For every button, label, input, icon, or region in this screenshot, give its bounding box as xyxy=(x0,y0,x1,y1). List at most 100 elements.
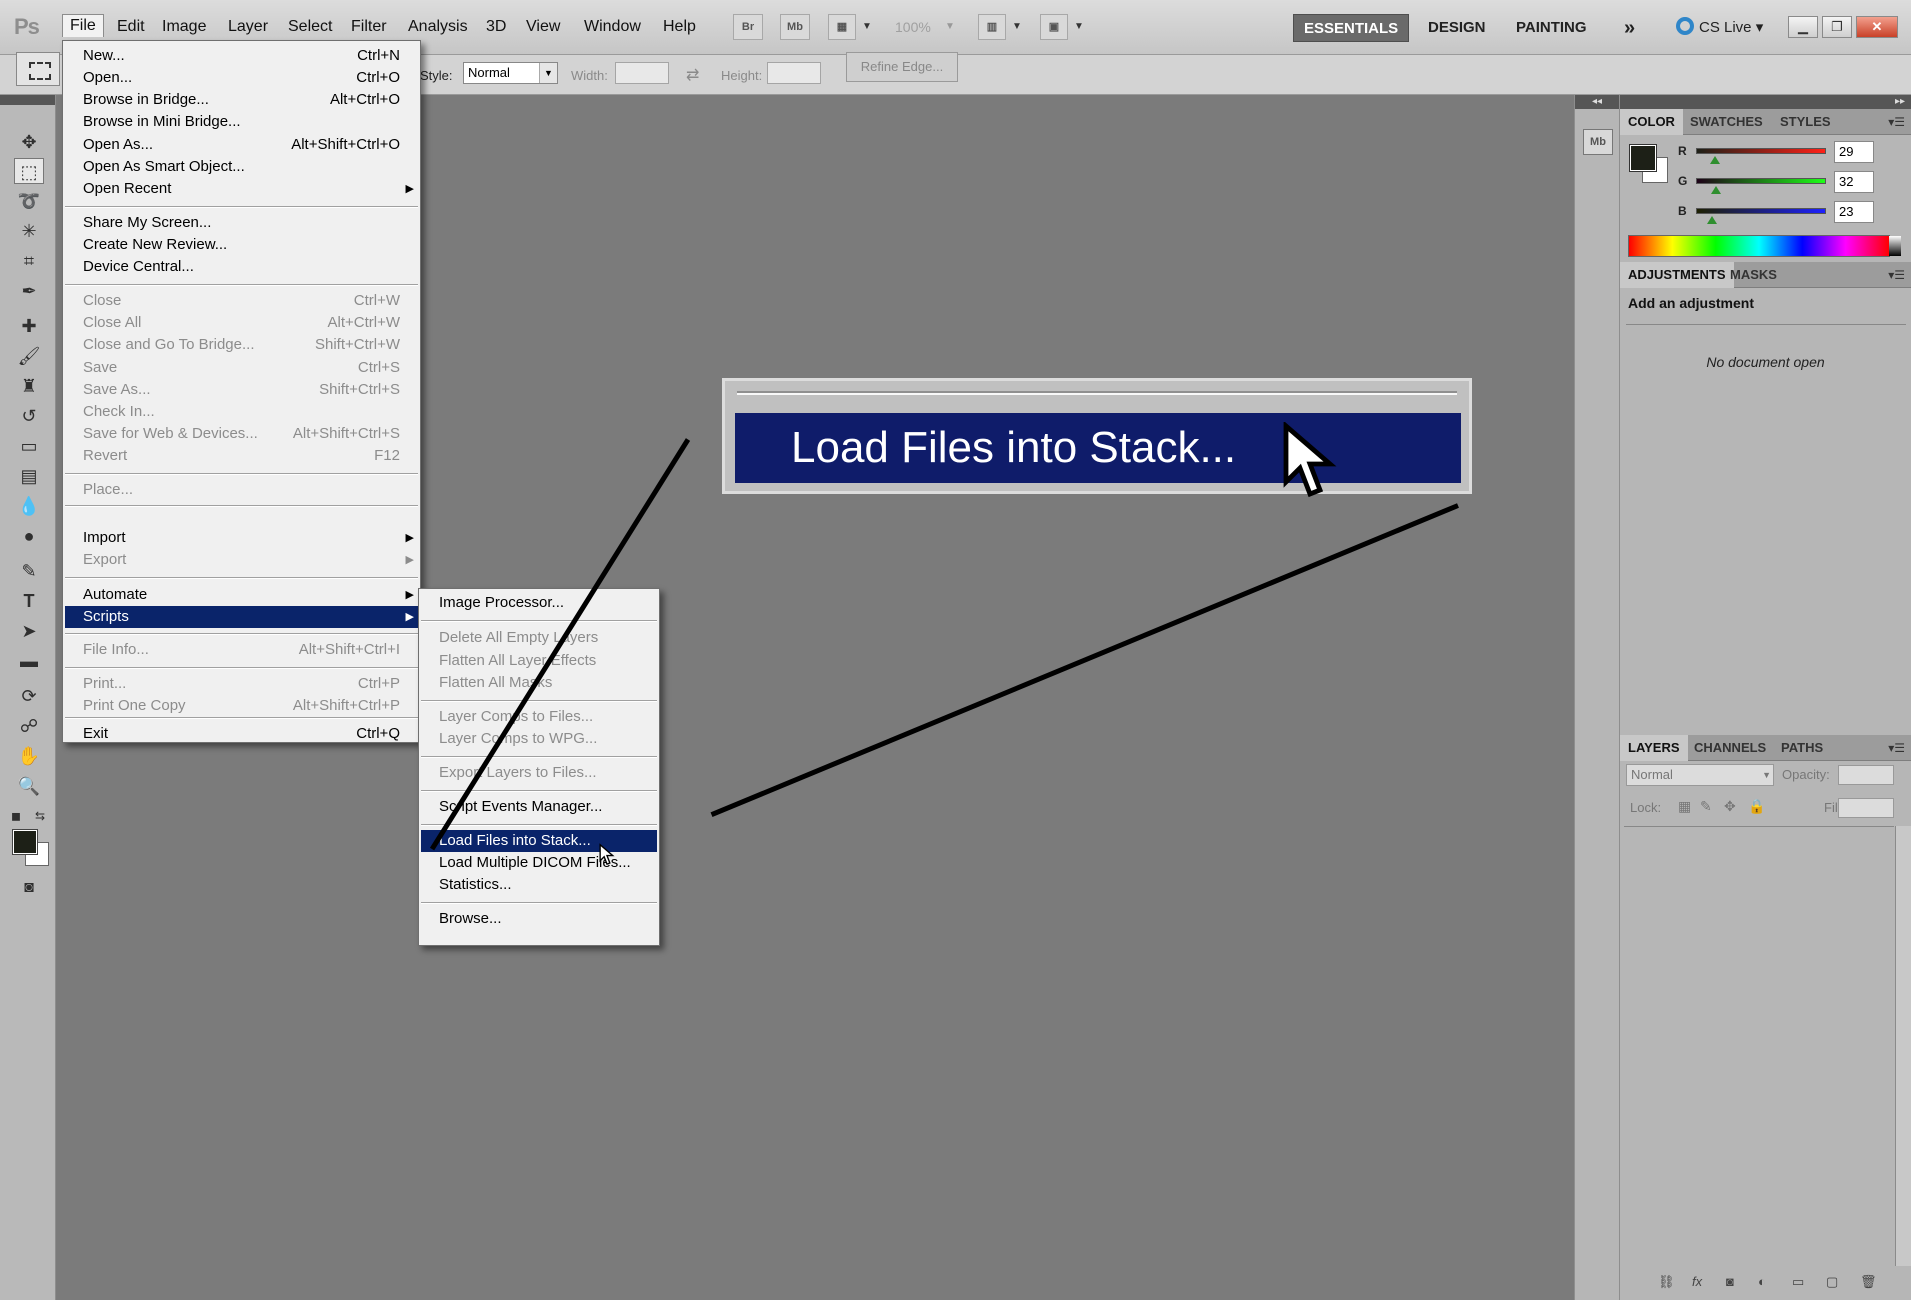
scripts-menu-item-layer-comps-to-wpg[interactable]: Layer Comps to WPG... xyxy=(421,728,657,750)
link-layers-icon[interactable]: ⛓ xyxy=(1658,1274,1675,1290)
file-menu-item-close-and-go-to-bridge[interactable]: Close and Go To Bridge... Shift+Ctrl+W xyxy=(65,334,418,356)
bridge-icon[interactable]: Br xyxy=(733,14,763,40)
quick-mask-icon[interactable]: ◙ xyxy=(14,875,44,901)
tab-paths[interactable]: PATHS xyxy=(1773,735,1831,761)
menu-image[interactable]: Image xyxy=(155,16,213,38)
swap-icon[interactable]: ⇄ xyxy=(686,65,699,85)
tab-color[interactable]: COLOR xyxy=(1620,109,1683,135)
arrange-dropdown-icon[interactable]: ▼ xyxy=(1012,21,1022,32)
cs-live-button[interactable]: CS Live ▾ xyxy=(1676,17,1763,36)
file-menu-item-create-new-review[interactable]: Create New Review... xyxy=(65,234,418,256)
tab-adjustments[interactable]: ADJUSTMENTS xyxy=(1620,262,1734,288)
history-brush-tool-icon[interactable]: ↺ xyxy=(14,403,44,429)
eraser-tool-icon[interactable]: ▭ xyxy=(14,433,44,459)
screen-mode-dropdown-icon[interactable]: ▼ xyxy=(1074,21,1084,32)
scripts-menu-item-export-layers-to-files[interactable]: Export Layers to Files... xyxy=(421,762,657,784)
refine-edge-button[interactable]: Refine Edge... xyxy=(846,52,958,82)
scripts-menu-item-image-processor[interactable]: Image Processor... xyxy=(421,592,657,614)
tab-swatches[interactable]: SWATCHES xyxy=(1682,109,1771,135)
menu-3d[interactable]: 3D xyxy=(479,16,513,38)
zoom-tool-icon[interactable]: 🔍 xyxy=(14,773,44,799)
file-menu-item-open[interactable]: Open... Ctrl+O xyxy=(65,67,418,89)
file-menu-item-file-info[interactable]: File Info... Alt+Shift+Ctrl+I xyxy=(65,639,418,661)
dodge-tool-icon[interactable]: ● xyxy=(14,523,44,549)
menu-analysis[interactable]: Analysis xyxy=(401,16,475,38)
lasso-tool-icon[interactable]: ➰ xyxy=(14,188,44,214)
scripts-menu-item-delete-all-empty-layers[interactable]: Delete All Empty Layers xyxy=(421,627,657,649)
menu-edit[interactable]: Edit xyxy=(110,16,152,38)
extras-icon[interactable]: ▦ xyxy=(828,14,856,40)
file-menu-item-close[interactable]: Close Ctrl+W xyxy=(65,290,418,312)
swap-colors-icon[interactable]: ⇆ xyxy=(30,803,50,829)
panel-menu-icon[interactable]: ▾☰ xyxy=(1888,268,1905,282)
arrange-documents-icon[interactable]: ▥ xyxy=(978,14,1006,40)
tools-panel-header[interactable] xyxy=(0,95,55,105)
blur-tool-icon[interactable]: 💧 xyxy=(14,493,44,519)
move-tool-icon[interactable]: ✥ xyxy=(14,129,44,155)
eyedropper-tool-icon[interactable]: ✒ xyxy=(14,278,44,304)
green-value-input[interactable]: 32 xyxy=(1834,171,1874,193)
scripts-menu-item-statistics[interactable]: Statistics... xyxy=(421,874,657,896)
screen-mode-icon[interactable]: ▣ xyxy=(1040,14,1068,40)
gradient-tool-icon[interactable]: ▤ xyxy=(14,463,44,489)
3d-rotate-tool-icon[interactable]: ⟳ xyxy=(14,683,44,709)
file-menu-item-export[interactable]: Export ▶ xyxy=(65,549,418,571)
file-menu-item-open-as-smart-object[interactable]: Open As Smart Object... xyxy=(65,156,418,178)
file-menu-item-save-for-web-devices[interactable]: Save for Web & Devices... Alt+Shift+Ctrl+… xyxy=(65,423,418,445)
file-menu-item-browse-in-mini-bridge[interactable]: Browse in Mini Bridge... xyxy=(65,111,418,133)
file-menu-item-print-one-copy[interactable]: Print One Copy Alt+Shift+Ctrl+P xyxy=(65,695,418,717)
file-menu-item-check-in[interactable]: Check In... xyxy=(65,401,418,423)
lock-all-icon[interactable]: 🔒 xyxy=(1748,798,1765,815)
scripts-menu-item-flatten-all-layer-effects[interactable]: Flatten All Layer Effects xyxy=(421,650,657,672)
extras-dropdown-icon[interactable]: ▼ xyxy=(862,21,872,32)
workspace-design[interactable]: DESIGN xyxy=(1418,14,1496,42)
adjustment-layer-icon[interactable]: ◐ xyxy=(1758,1274,1766,1289)
file-menu-item-new[interactable]: New... Ctrl+N xyxy=(65,45,418,67)
tab-layers[interactable]: LAYERS xyxy=(1620,735,1688,761)
menu-select[interactable]: Select xyxy=(281,16,339,38)
file-menu-item-revert[interactable]: Revert F12 xyxy=(65,445,418,467)
color-spectrum-ramp[interactable] xyxy=(1628,235,1901,257)
file-menu-item-open-recent[interactable]: Open Recent ▶ xyxy=(65,178,418,200)
green-slider[interactable] xyxy=(1696,178,1826,184)
file-menu-item-import[interactable]: Import ▶ xyxy=(65,527,418,549)
brush-tool-icon[interactable]: 🖌 xyxy=(14,343,44,369)
scripts-menu-item-browse[interactable]: Browse... xyxy=(421,908,657,930)
quick-selection-tool-icon[interactable]: ✳ xyxy=(14,218,44,244)
mini-bridge-panel-icon[interactable]: Mb xyxy=(1583,129,1613,155)
collapse-icon[interactable]: ◂◂ xyxy=(1575,95,1619,109)
marquee-tool-icon[interactable]: ⬚ xyxy=(14,158,44,184)
default-colors-icon[interactable]: ◼ xyxy=(6,803,26,829)
layers-scrollbar[interactable] xyxy=(1895,826,1911,1266)
workspace-painting[interactable]: PAINTING xyxy=(1506,14,1597,42)
menu-window[interactable]: Window xyxy=(577,16,648,38)
green-slider-handle[interactable] xyxy=(1711,186,1721,194)
new-layer-icon[interactable]: ▢ xyxy=(1826,1274,1838,1290)
healing-brush-tool-icon[interactable]: ✚ xyxy=(14,313,44,339)
blue-slider[interactable] xyxy=(1696,208,1826,214)
fill-input[interactable] xyxy=(1838,798,1894,818)
lock-image-icon[interactable]: ✎ xyxy=(1700,798,1712,815)
file-menu-item-scripts[interactable]: Scripts ▶ xyxy=(65,606,418,628)
file-menu-item-share-my-screen[interactable]: Share My Screen... xyxy=(65,212,418,234)
black-white-ramp[interactable] xyxy=(1889,236,1901,256)
zoom-level[interactable]: 100% xyxy=(895,19,931,35)
blue-value-input[interactable]: 23 xyxy=(1834,201,1874,223)
panel-menu-icon[interactable]: ▾☰ xyxy=(1888,741,1905,755)
opacity-input[interactable] xyxy=(1838,765,1894,785)
pen-tool-icon[interactable]: ✎ xyxy=(14,558,44,584)
menu-help[interactable]: Help xyxy=(656,16,703,38)
panel-menu-icon[interactable]: ▾☰ xyxy=(1888,115,1905,129)
path-selection-tool-icon[interactable]: ➤ xyxy=(14,618,44,644)
file-menu-item-open-as[interactable]: Open As... Alt+Shift+Ctrl+O xyxy=(65,134,418,156)
layer-style-icon[interactable]: fx xyxy=(1692,1274,1702,1289)
clone-stamp-tool-icon[interactable]: ♜ xyxy=(14,373,44,399)
file-menu-item-device-central[interactable]: Device Central... xyxy=(65,256,418,278)
menu-view[interactable]: View xyxy=(519,16,567,38)
file-menu-item-close-all[interactable]: Close All Alt+Ctrl+W xyxy=(65,312,418,334)
file-menu-item-browse-in-bridge[interactable]: Browse in Bridge... Alt+Ctrl+O xyxy=(65,89,418,111)
add-mask-icon[interactable]: ◙ xyxy=(1726,1274,1734,1289)
style-select[interactable]: Normal ▼ xyxy=(463,62,558,84)
file-menu-item-automate[interactable]: Automate ▶ xyxy=(65,584,418,606)
more-workspaces-icon[interactable]: » xyxy=(1614,14,1645,42)
